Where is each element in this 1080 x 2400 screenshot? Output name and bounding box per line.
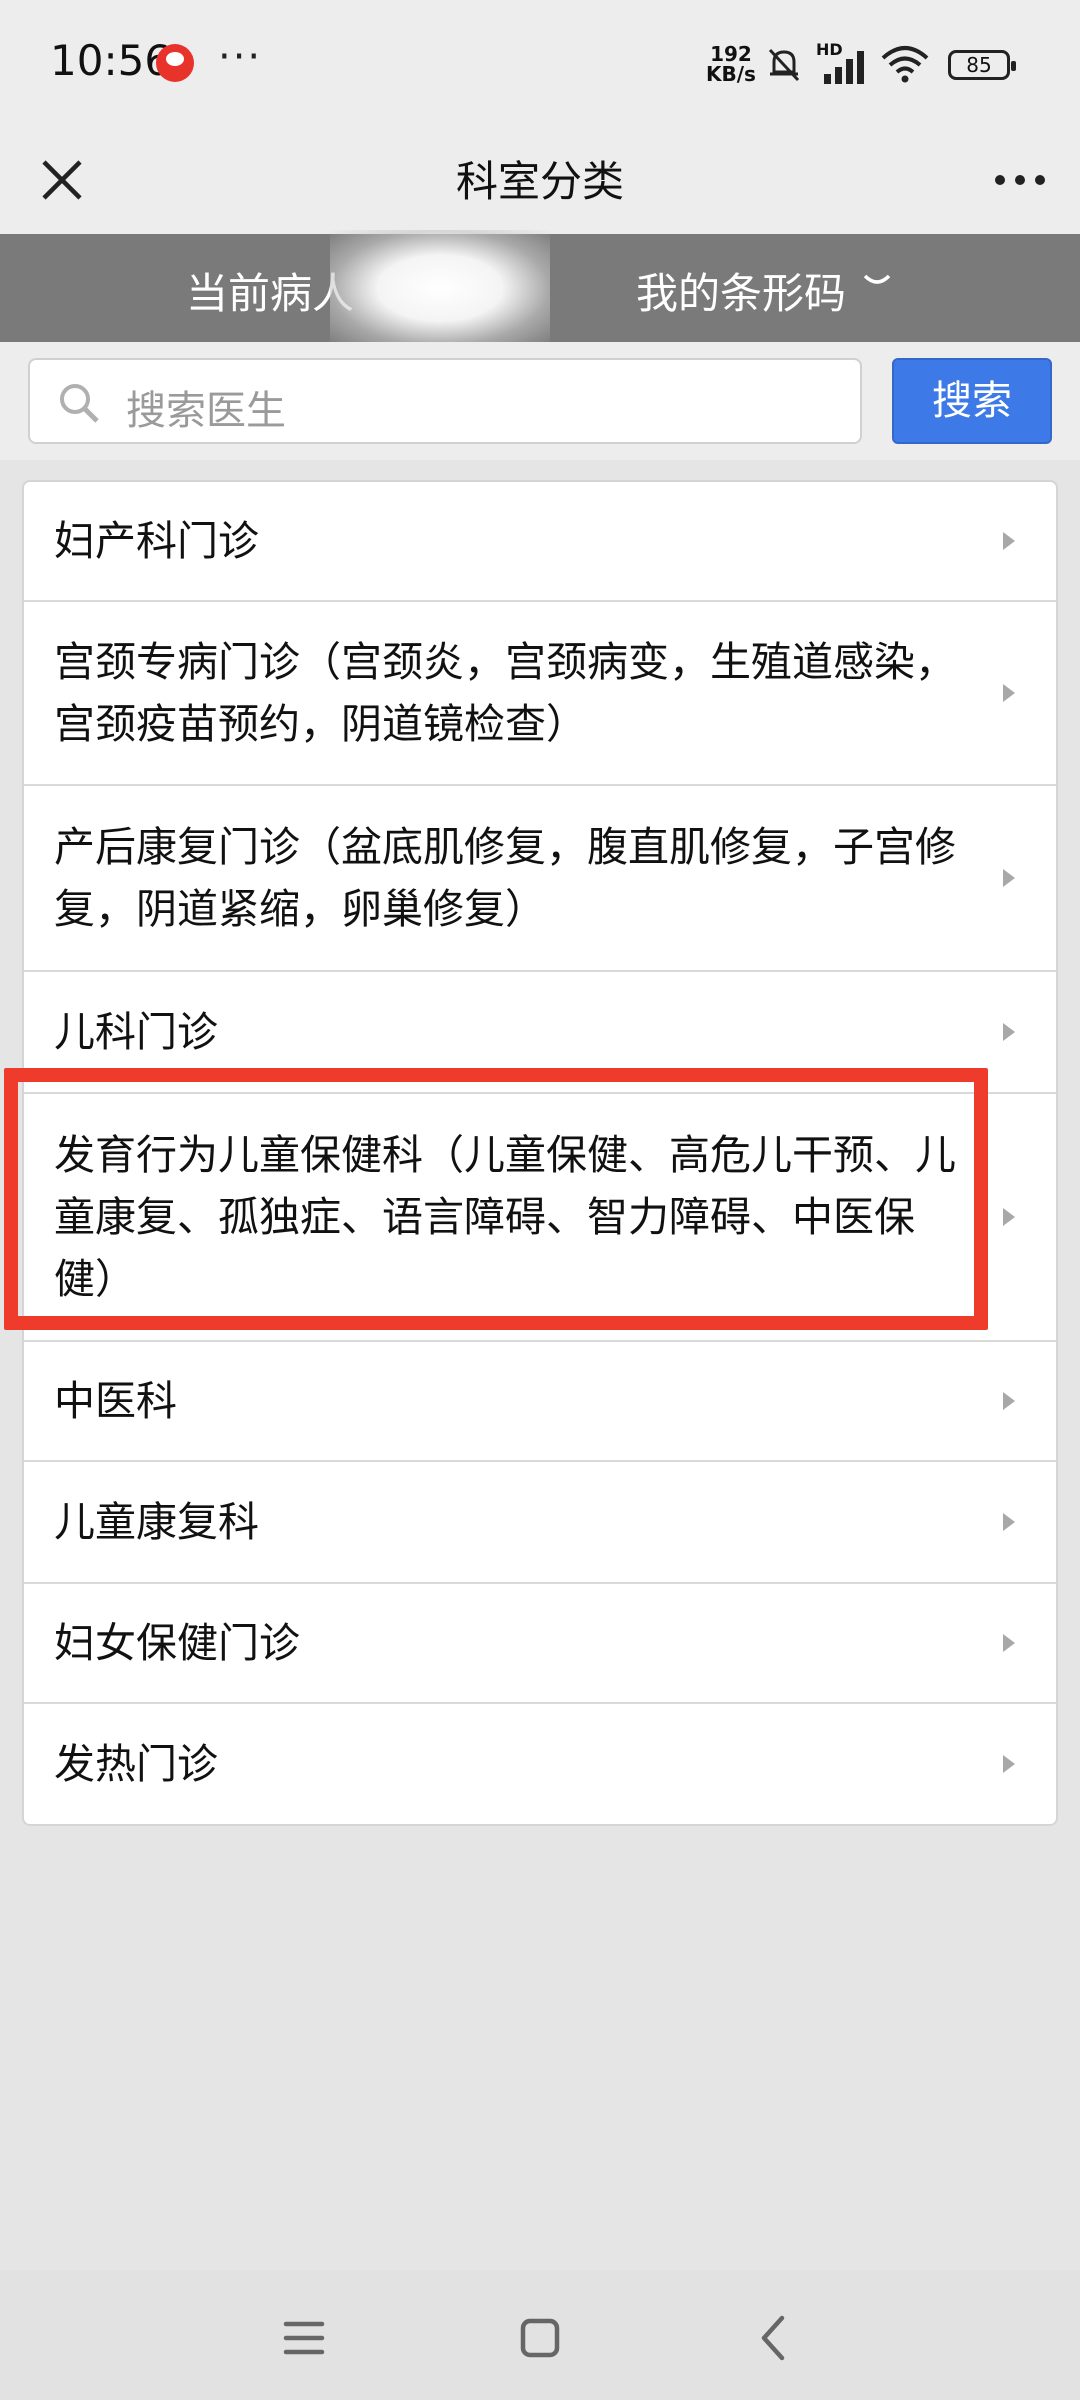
patient-info-bar: 当前病人 我的条形码 bbox=[0, 230, 1080, 346]
chevron-right-icon bbox=[1003, 1392, 1015, 1410]
list-item[interactable]: 儿童康复科 bbox=[24, 1462, 1056, 1584]
battery-icon: 85 bbox=[948, 50, 1016, 80]
department-label: 宫颈专病门诊（宫颈炎，宫颈病变，生殖道感染，宫颈疫苗预约，阴道镜检查） bbox=[54, 638, 956, 748]
search-bar: 搜索医生 搜索 bbox=[0, 342, 1080, 460]
department-label: 妇产科门诊 bbox=[54, 517, 259, 565]
search-input[interactable]: 搜索医生 bbox=[28, 358, 862, 444]
list-item[interactable]: 发热门诊 bbox=[24, 1704, 1056, 1824]
chevron-down-icon[interactable] bbox=[862, 270, 892, 292]
department-label: 产后康复门诊（盆底肌修复，腹直肌修复，子宫修复，阴道紧缩，卵巢修复） bbox=[54, 823, 956, 933]
chevron-right-icon bbox=[1003, 684, 1015, 702]
network-speed-unit: KB/s bbox=[706, 62, 756, 86]
page-title: 科室分类 bbox=[455, 157, 624, 206]
department-label: 中医科 bbox=[54, 1377, 177, 1425]
more-options-icon[interactable] bbox=[990, 160, 1050, 200]
department-label: 儿童康复科 bbox=[54, 1498, 259, 1546]
search-placeholder: 搜索医生 bbox=[126, 388, 286, 434]
system-nav-bar bbox=[0, 2270, 1080, 2400]
home-icon[interactable] bbox=[510, 2308, 570, 2368]
chevron-right-icon bbox=[1003, 1755, 1015, 1773]
app-notification-icon bbox=[156, 44, 194, 82]
status-icons: HD bbox=[764, 40, 930, 84]
more-notifications-indicator: ··· bbox=[218, 34, 263, 80]
list-item[interactable]: 中医科 bbox=[24, 1342, 1056, 1462]
menu-icon[interactable] bbox=[274, 2308, 334, 2368]
list-item[interactable]: 妇女保健门诊 bbox=[24, 1584, 1056, 1704]
current-patient-label[interactable]: 当前病人 bbox=[186, 260, 354, 321]
chevron-right-icon bbox=[1003, 532, 1015, 550]
status-bar: 10:56 ··· 192 KB/s HD 85 bbox=[0, 0, 1080, 126]
chevron-right-icon bbox=[1003, 1513, 1015, 1531]
barcode-link[interactable]: 我的条形码 bbox=[636, 260, 846, 321]
list-item[interactable]: 产后康复门诊（盆底肌修复，腹直肌修复，子宫修复，阴道紧缩，卵巢修复） bbox=[24, 786, 1056, 972]
status-time: 10:56 bbox=[50, 36, 172, 85]
department-label: 儿科门诊 bbox=[54, 1008, 218, 1056]
back-icon[interactable] bbox=[744, 2308, 804, 2368]
chevron-right-icon bbox=[1003, 1208, 1015, 1226]
department-label: 妇女保健门诊 bbox=[54, 1619, 300, 1667]
signal-icon: HD bbox=[816, 40, 868, 84]
search-button[interactable]: 搜索 bbox=[892, 358, 1052, 444]
chevron-right-icon bbox=[1003, 1634, 1015, 1652]
network-speed: 192 KB/s bbox=[706, 44, 756, 84]
department-label: 发热门诊 bbox=[54, 1740, 218, 1788]
title-bar: 科室分类 bbox=[0, 126, 1080, 234]
list-item[interactable]: 宫颈专病门诊（宫颈炎，宫颈病变，生殖道感染，宫颈疫苗预约，阴道镜检查） bbox=[24, 602, 1056, 786]
list-item[interactable]: 妇产科门诊 bbox=[24, 482, 1056, 602]
search-icon bbox=[60, 384, 99, 423]
mute-bell-icon bbox=[768, 48, 800, 82]
highlight-box bbox=[4, 1068, 988, 1330]
redacted-area bbox=[330, 230, 550, 346]
chevron-right-icon bbox=[1003, 1023, 1015, 1041]
wifi-icon bbox=[881, 46, 929, 83]
network-speed-value: 192 bbox=[710, 42, 752, 66]
chevron-right-icon bbox=[1003, 869, 1015, 887]
